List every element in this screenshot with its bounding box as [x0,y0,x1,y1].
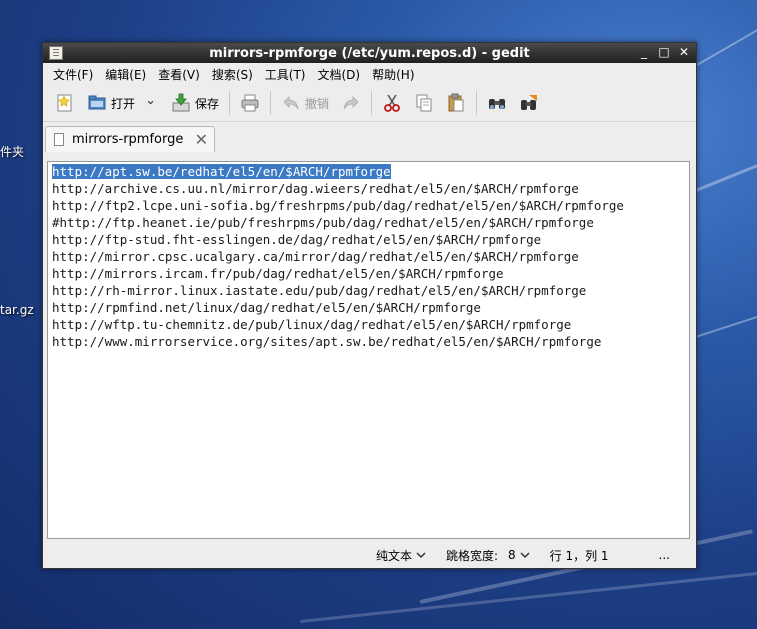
menu-help[interactable]: 帮助(H) [366,66,420,83]
redo-button[interactable] [335,88,367,118]
desktop-icon-label-folder[interactable]: 件夹 [0,143,24,160]
editor-line[interactable]: http://rh-mirror.linux.iastate.edu/pub/d… [52,282,689,299]
gedit-window: mirrors-rpmforge (/etc/yum.repos.d) - ge… [42,42,697,569]
save-button-label: 保存 [195,96,220,111]
toolbar-separator [476,91,478,115]
undo-button-label: 撤销 [305,96,330,111]
document-tabs: mirrors-rpmforge ✕ [43,122,696,152]
save-button[interactable]: 保存 [165,88,225,118]
desktop-icon-label-archive[interactable]: tar.gz [0,303,34,317]
printer-icon [241,94,259,112]
new-document-icon [57,94,72,112]
maximize-button[interactable]: □ [658,45,670,59]
menu-file[interactable]: 文件(F) [47,66,99,83]
new-document-button[interactable] [49,88,81,118]
open-recent-dropdown[interactable] [141,88,165,118]
title-bar[interactable]: mirrors-rpmforge (/etc/yum.repos.d) - ge… [43,43,696,63]
chevron-down-icon [147,100,154,105]
redo-icon [343,96,359,110]
editor-frame: http://apt.sw.be/redhat/el5/en/$ARCH/rpm… [47,161,690,539]
minimize-button[interactable]: _ [638,45,650,59]
editor-line-text: http://apt.sw.be/redhat/el5/en/$ARCH/rpm… [52,164,391,179]
find-replace-icon [521,95,538,110]
menu-bar: 文件(F) 编辑(E) 查看(V) 搜索(S) 工具(T) 文档(D) 帮助(H… [43,63,696,85]
editor-line[interactable]: http://ftp2.lcpe.uni-sofia.bg/freshrpms/… [52,197,689,214]
editor-line[interactable]: http://apt.sw.be/redhat/el5/en/$ARCH/rpm… [52,163,689,180]
editor-line[interactable]: http://archive.cs.uu.nl/mirror/dag.wieer… [52,180,689,197]
editor-line-text: http://ftp2.lcpe.uni-sofia.bg/freshrpms/… [52,198,624,213]
window-title: mirrors-rpmforge (/etc/yum.repos.d) - ge… [209,45,530,61]
status-bar: 纯文本 跳格宽度: 8 行 1，列 1 ... [43,542,696,568]
toolbar-separator [229,91,231,115]
editor-line[interactable]: http://www.mirrorservice.org/sites/apt.s… [52,333,689,350]
overwrite-indicator: ... [619,548,696,562]
menu-search[interactable]: 搜索(S) [206,66,259,83]
editor-line-text: http://archive.cs.uu.nl/mirror/dag.wieer… [52,181,579,196]
paste-icon [448,93,464,112]
open-button[interactable]: 打开 [81,88,141,118]
editor-line-text: http://rh-mirror.linux.iastate.edu/pub/d… [52,283,587,298]
binoculars-icon [489,99,506,109]
menu-view[interactable]: 查看(V) [152,66,206,83]
save-icon [172,93,190,112]
tab-title: mirrors-rpmforge [72,132,184,147]
tab-close-icon[interactable]: ✕ [195,130,208,149]
find-button[interactable] [481,88,513,118]
editor-line-text: #http://ftp.heanet.ie/pub/freshrpms/pub/… [52,215,594,230]
chevron-down-icon [520,552,530,559]
text-document-icon [54,133,64,146]
editor-line[interactable]: http://mirrors.ircam.fr/pub/dag/redhat/e… [52,265,689,282]
chevron-down-icon [416,552,426,559]
editor-line-text: http://rpmfind.net/linux/dag/redhat/el5/… [52,300,481,315]
toolbar-separator [371,91,373,115]
editor-line[interactable]: http://mirror.cpsc.ucalgary.ca/mirror/da… [52,248,689,265]
undo-button[interactable]: 撤销 [275,88,335,118]
tab-width-label: 跳格宽度: [445,548,498,563]
editor-line-text: http://mirror.cpsc.ucalgary.ca/mirror/da… [52,249,579,264]
folder-open-icon [88,95,106,110]
copy-button[interactable] [408,88,440,118]
menu-tools[interactable]: 工具(T) [259,66,312,83]
editor-line[interactable]: http://wftp.tu-chemnitz.de/pub/linux/dag… [52,316,689,333]
editor-line-text: http://mirrors.ircam.fr/pub/dag/redhat/e… [52,266,504,281]
editor-line[interactable]: http://ftp-stud.fht-esslingen.de/dag/red… [52,231,689,248]
menu-edit[interactable]: 编辑(E) [99,66,152,83]
cut-button[interactable] [376,88,408,118]
toolbar: 打开 保存 撤销 [43,85,696,122]
tab-width-value: 8 [508,548,516,562]
status-more-text: ... [658,548,670,562]
toolbar-separator [270,91,272,115]
close-button[interactable]: ✕ [678,45,690,59]
cursor-position: 行 1，列 1 [540,547,619,564]
tab-mirrors-rpmforge[interactable]: mirrors-rpmforge ✕ [45,126,215,152]
tab-width-selector[interactable]: 跳格宽度: 8 [436,547,540,564]
print-button[interactable] [234,88,266,118]
menu-documents[interactable]: 文档(D) [312,66,367,83]
editor-line[interactable]: #http://ftp.heanet.ie/pub/freshrpms/pub/… [52,214,689,231]
paste-button[interactable] [440,88,472,118]
language-label: 纯文本 [375,548,412,563]
language-selector[interactable]: 纯文本 [366,547,436,564]
scissors-icon [384,94,400,112]
find-replace-button[interactable] [513,88,545,118]
open-button-label: 打开 [111,96,136,111]
copy-icon [416,94,432,112]
editor-line[interactable]: http://rpmfind.net/linux/dag/redhat/el5/… [52,299,689,316]
editor-line-text: http://wftp.tu-chemnitz.de/pub/linux/dag… [52,317,572,332]
text-editor[interactable]: http://apt.sw.be/redhat/el5/en/$ARCH/rpm… [48,162,689,350]
editor-line-text: http://ftp-stud.fht-esslingen.de/dag/red… [52,232,542,247]
editor-line-text: http://www.mirrorservice.org/sites/apt.s… [52,334,602,349]
undo-icon [283,96,299,110]
cursor-position-text: 行 1，列 1 [549,548,609,563]
